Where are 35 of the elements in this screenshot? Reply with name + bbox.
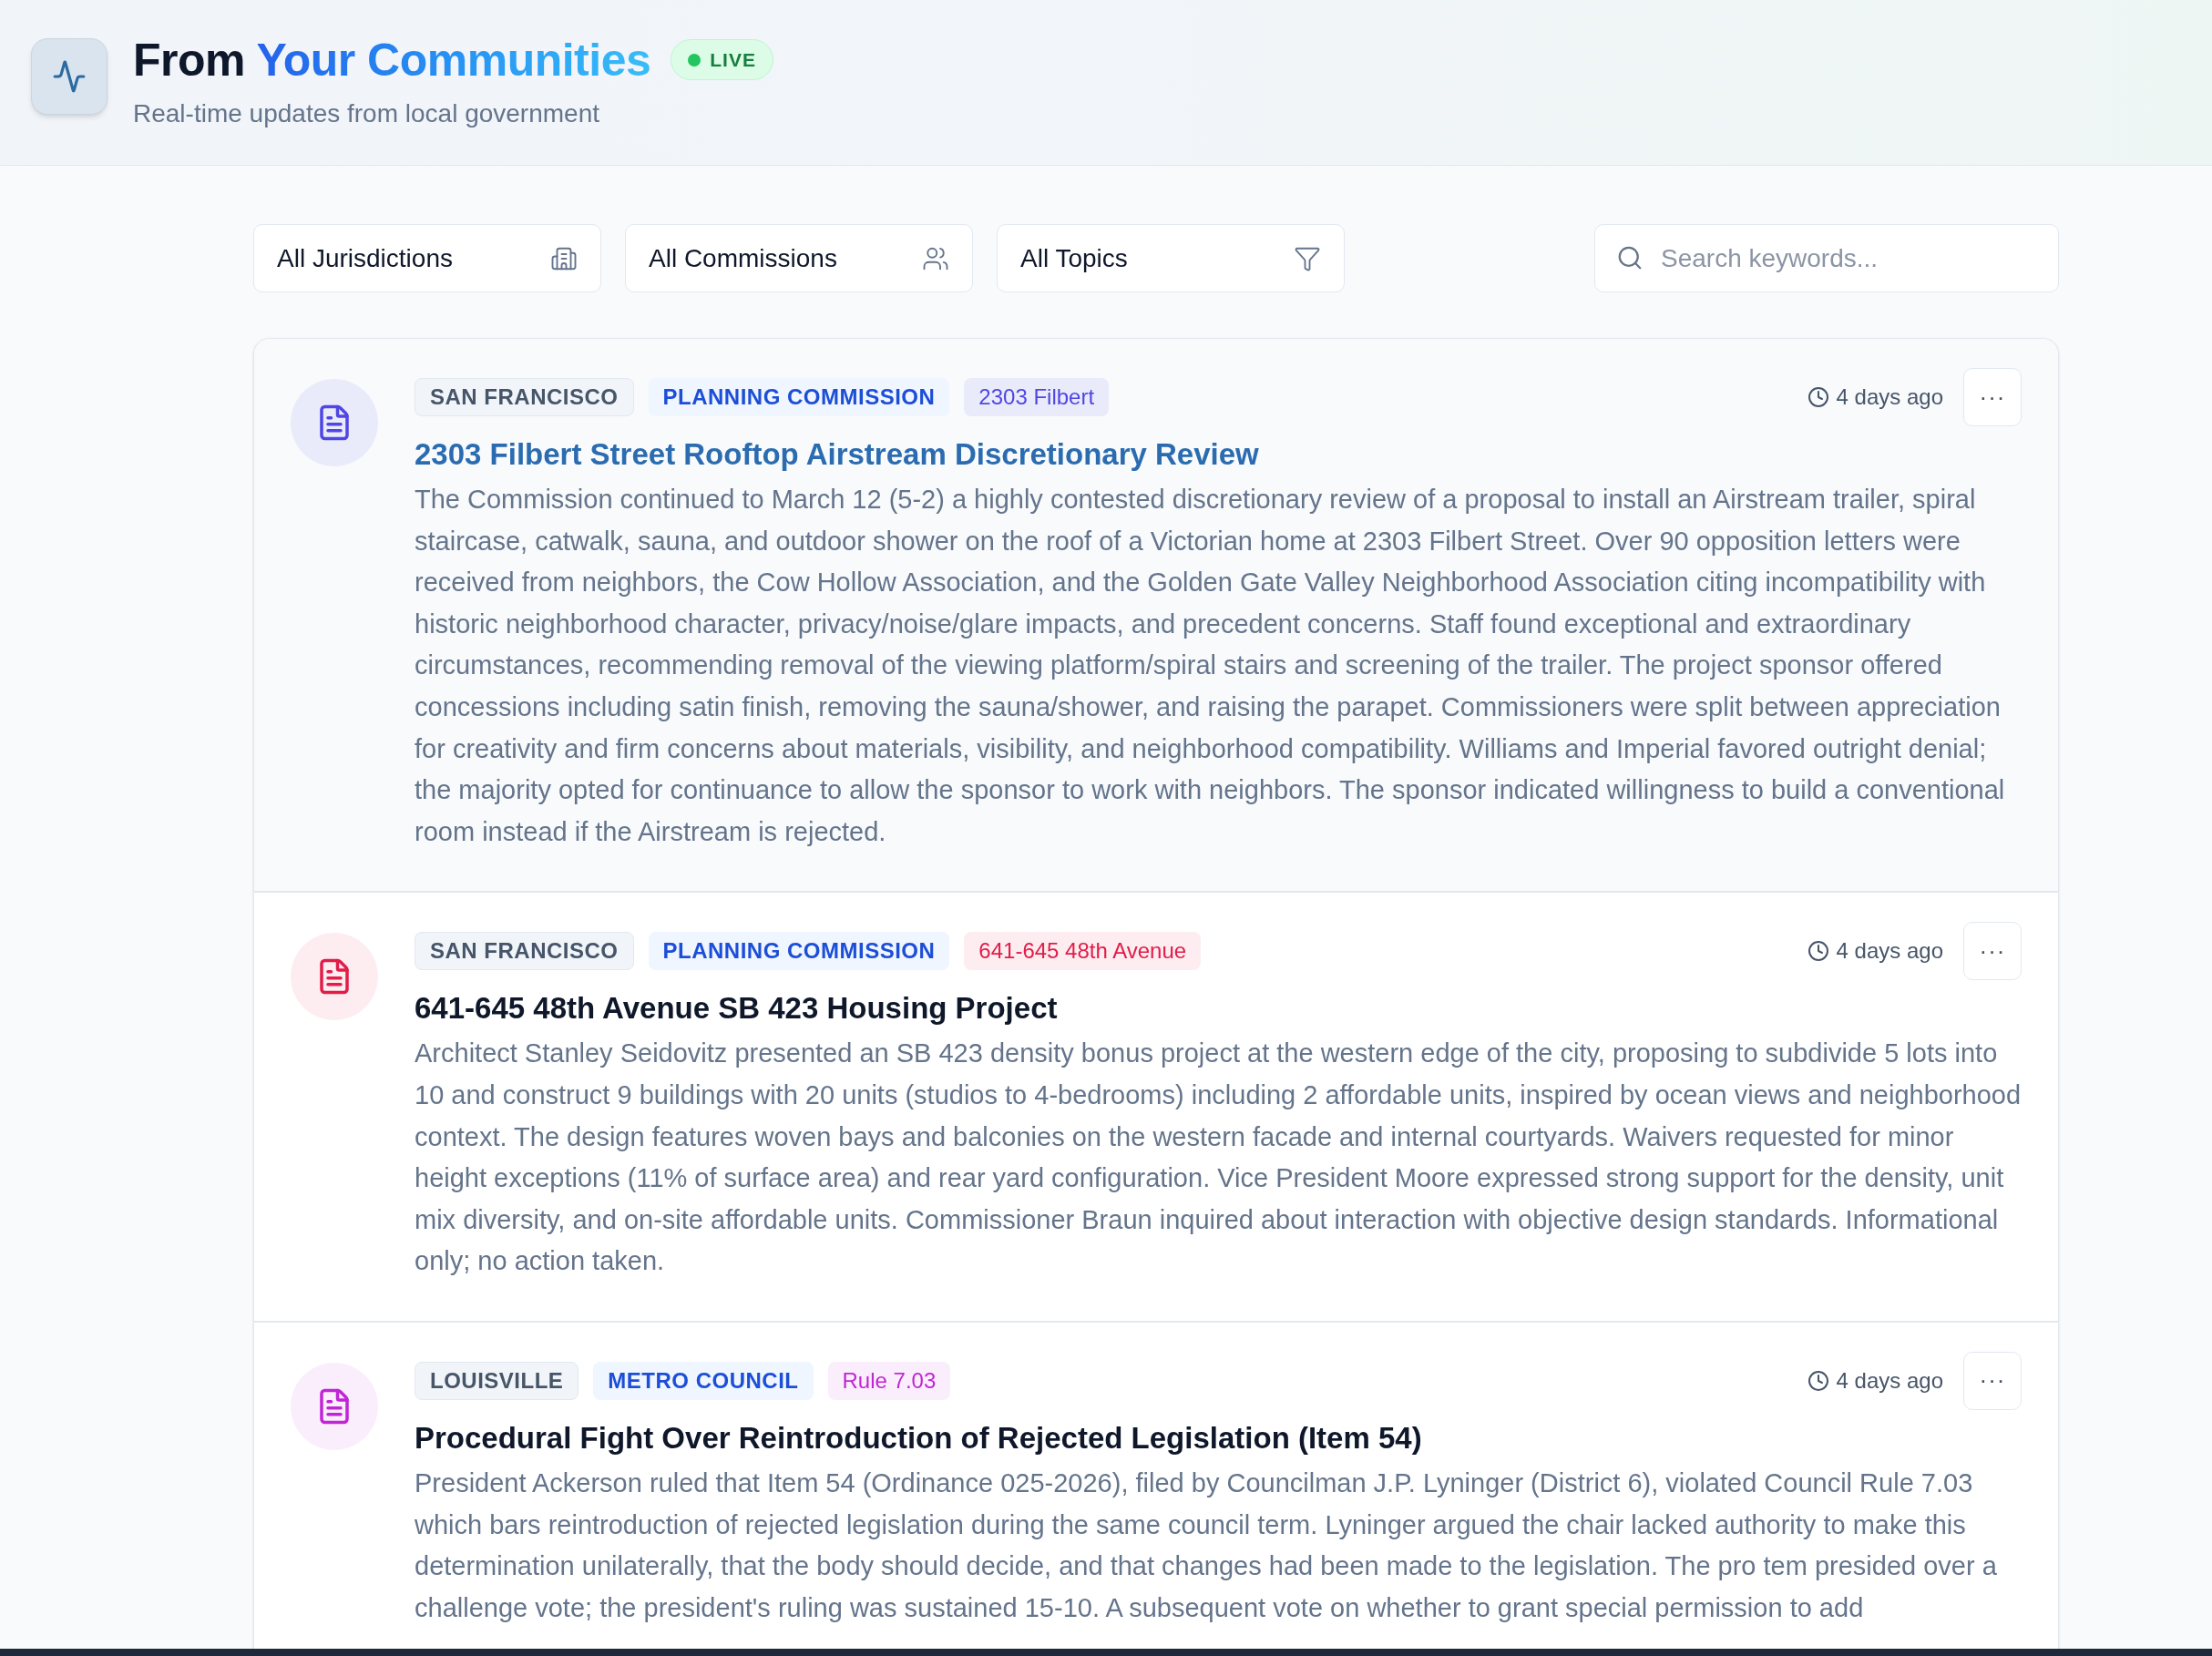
more-options-button[interactable]: ··· [1963, 368, 2022, 426]
update-title: 2303 Filbert Street Rooftop Airstream Discretionary Review [415, 436, 1260, 473]
jurisdiction-tag: SAN FRANCISCO [415, 932, 634, 971]
search-icon [1616, 244, 1644, 271]
search-field[interactable]: Search keywords... [1594, 224, 2059, 292]
topic-tag: Rule 7.03 [827, 1361, 951, 1400]
commission-tag: PLANNING COMMISSION [648, 378, 950, 416]
page-subtitle: Real-time updates from local government [133, 97, 600, 129]
more-options-button[interactable]: ··· [1963, 922, 2022, 981]
update-card[interactable] [254, 339, 2058, 892]
topic-tag: 2303 Filbert [964, 378, 1110, 416]
timestamp: 4 days ago [1836, 383, 1943, 411]
pulse-icon [31, 37, 108, 115]
filter-dropdown[interactable]: All Commissions [625, 224, 973, 292]
filter-dropdown[interactable]: All Jurisdictions [253, 224, 601, 292]
update-title: Procedural Fight Over Reintroduction of Rejected Legislation (Item 54) [415, 1419, 1423, 1457]
jurisdiction-tag: SAN FRANCISCO [415, 378, 634, 416]
more-options-button[interactable]: ··· [1963, 1351, 2022, 1410]
topic-tag: 641-645 48th Avenue [964, 932, 1202, 971]
update-card[interactable] [254, 1320, 2058, 1649]
timestamp: 4 days ago [1836, 937, 1943, 966]
update-card[interactable] [254, 891, 2058, 1321]
update-title: 641-645 48th Avenue SB 423 Housing Project [415, 990, 1059, 1027]
update-summary: President Ackerson ruled that Item 54 (Ordinance 025-2026), filed by Councilman J.P. Lyninger (District 6), violated Council Rule 7.03 which bars reintroduction of rejected legislation during the same council term. Lyninger argued the chair lacked authority to make this determination unilaterally, that the body should decide, and that changes had been made to the legislation. The pro tem presided over a challenge vote; the president's ruling was sustained 15-10. A subsequent vote on whether to grant special permission to add [415, 1467, 1998, 1624]
update-summary: Architect Stanley Seidovitz presented an SB 423 density bonus project at the western edge of the city, proposing to subdivide 5 lots into 10 and construct 9 buildings with 20 units (studios to 4-bedrooms) including 2 affordable units, inspired by ocean views and neighborhood context. The design features woven bays and balconies on the western facade and internal courtyards. Waivers requested for minor height exceptions (11% of surface area) and rear yard configuration. Vice President Moore expressed strong support for the density, unit mix diversity, and on-site affordable units. Commissioner Braun inquired about interaction with objective design standards. Informational only; no action taken. [415, 1038, 2022, 1278]
clock-icon [1807, 386, 1829, 408]
clock-icon [1807, 1369, 1829, 1392]
clock-icon [1807, 940, 1829, 963]
filter-dropdown[interactable]: All Topics [997, 224, 1345, 292]
timestamp: 4 days ago [1836, 1366, 1943, 1395]
update-summary: The Commission continued to March 12 (5-2) a highly contested discretionary review of a proposal to install an Airstream trailer, spiral staircase, catwalk, sauna, and outdoor shower on the roof of a Victorian home at 2303 Filbert Street. Over 90 opposition letters were received from neighbors, the Cow Hollow Association, and the Golden Gate Valley Neighborhood Association citing incompatibility with historic neighborhood character, privacy/noise/glare impacts, and precedent concerns. Staff found exceptional and extraordinary circumstances, recommending removal of the viewing platform/spiral stairs and screening of the trailer. The project sponsor offered concessions including satin finish, removing the sauna/shower, and raising the parapet. Commissioners were split between appreciation for creativity and firm concerns about materials, visibility, and neighborhood compatibility. Williams and Imperial favored outright denial; the majority opted for continuance to allow the sponsor to work with neighbors. The sponsor indicated willingness to build a conventional room instead if the Airstream is rejected. [415, 484, 2006, 848]
jurisdiction-tag: LOUISVILLE [415, 1361, 579, 1400]
commission-tag: METRO COUNCIL [593, 1361, 814, 1400]
live-badge: LIVE [671, 38, 773, 81]
commission-tag: PLANNING COMMISSION [648, 932, 950, 971]
